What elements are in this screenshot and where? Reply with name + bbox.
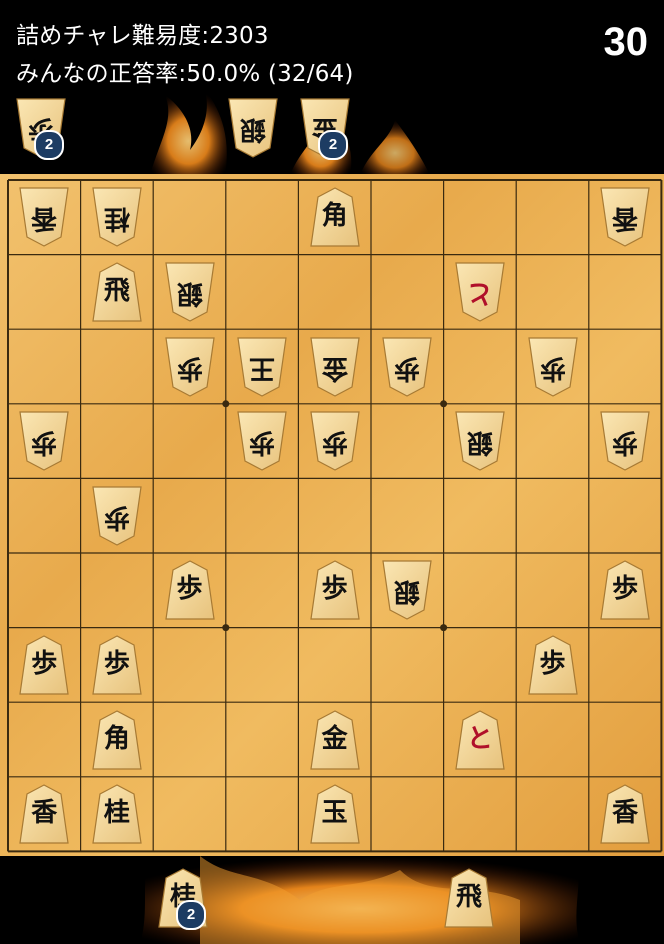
piece-label: 銀 xyxy=(176,277,203,308)
piece-label: 金 xyxy=(321,352,348,383)
sente-piece[interactable]: 金 xyxy=(309,709,360,770)
gote-piece[interactable]: 歩 xyxy=(309,411,360,471)
piece-label: 香 xyxy=(612,798,639,829)
piece-label: 歩 xyxy=(612,574,639,605)
sente-piece[interactable]: 角 xyxy=(309,187,360,247)
piece-label: 歩 xyxy=(612,427,639,458)
difficulty-label: 詰めチャレ難易度:2303 xyxy=(16,23,269,49)
gote-piece[interactable]: 歩 xyxy=(237,411,287,471)
piece-label: 歩 xyxy=(321,574,348,605)
star-point xyxy=(440,400,448,408)
piece-label: 銀 xyxy=(394,576,421,607)
accuracy-label: みんなの正答率:50.0% (32/64) xyxy=(16,61,354,87)
sente-piece[interactable]: と xyxy=(455,709,505,770)
piece-count-badge: 2 xyxy=(176,900,206,930)
piece-label: 飛 xyxy=(455,882,482,912)
star-point xyxy=(222,400,230,408)
sente-piece[interactable]: 飛 xyxy=(444,868,494,928)
sente-piece[interactable]: 玉 xyxy=(309,784,360,844)
gote-piece[interactable]: 香 xyxy=(600,187,650,247)
sente-piece[interactable]: 歩 xyxy=(309,560,360,620)
sente-piece[interactable]: 角 xyxy=(92,709,142,770)
sente-piece[interactable]: 歩 xyxy=(164,560,215,620)
piece-label: 銀 xyxy=(466,427,493,458)
sente-piece[interactable]: 歩 xyxy=(527,635,578,695)
piece-label: 歩 xyxy=(539,648,566,679)
gote-piece[interactable]: 銀 xyxy=(382,560,432,620)
piece-label: 桂 xyxy=(103,798,130,829)
piece-label: 歩 xyxy=(103,501,130,532)
star-point xyxy=(222,624,230,632)
piece-label: 歩 xyxy=(176,352,203,383)
sente-piece[interactable]: 歩 xyxy=(19,635,69,695)
sente-piece[interactable]: 歩 xyxy=(600,560,650,620)
piece-label: 歩 xyxy=(321,427,348,458)
gote-piece[interactable]: 銀 xyxy=(455,411,505,471)
gote-piece[interactable]: 歩 xyxy=(19,411,69,471)
gote-piece[interactable]: 歩 xyxy=(527,336,578,397)
sente-piece[interactable]: 香 xyxy=(600,784,650,844)
gote-piece[interactable]: 桂 xyxy=(92,187,142,247)
piece-label: 香 xyxy=(31,203,58,234)
sente-piece[interactable]: 歩 xyxy=(92,635,142,695)
gote-piece[interactable]: 銀 xyxy=(228,98,278,158)
piece-count-badge: 2 xyxy=(34,130,64,160)
gote-piece[interactable]: 金 xyxy=(309,336,360,397)
sente-piece[interactable]: 香 xyxy=(19,784,69,844)
gote-piece[interactable]: 歩 xyxy=(382,336,432,397)
piece-label: 歩 xyxy=(249,427,276,458)
piece-label: 歩 xyxy=(31,427,58,458)
piece-label: 歩 xyxy=(176,574,203,605)
gote-piece[interactable]: 歩 xyxy=(164,336,215,397)
gote-piece[interactable]: 香 xyxy=(19,187,69,247)
piece-label: 角 xyxy=(103,723,130,754)
piece-label: 飛 xyxy=(103,275,130,306)
piece-label: 歩 xyxy=(394,352,421,383)
gote-piece[interactable]: 銀 xyxy=(164,262,215,322)
piece-label: 金 xyxy=(321,723,348,754)
piece-label: 角 xyxy=(321,201,348,232)
sente-piece[interactable]: 桂 xyxy=(92,784,142,844)
piece-label: 歩 xyxy=(31,648,58,679)
star-point xyxy=(440,624,448,632)
piece-label: 歩 xyxy=(539,352,566,383)
piece-label: 香 xyxy=(31,798,58,829)
piece-label: と xyxy=(466,277,493,308)
piece-label: 歩 xyxy=(103,648,130,679)
piece-label: 香 xyxy=(612,203,639,234)
sente-piece[interactable]: 飛 xyxy=(92,262,142,322)
gote-piece[interactable]: 歩 xyxy=(92,486,142,546)
gote-piece[interactable]: と xyxy=(455,262,505,322)
piece-label: 王 xyxy=(249,352,276,383)
piece-label: 桂 xyxy=(103,203,130,234)
piece-label: 銀 xyxy=(240,114,267,144)
piece-label: 玉 xyxy=(321,798,348,829)
gote-piece[interactable]: 王 xyxy=(237,336,287,397)
shogi-board[interactable]: 香桂角香飛銀と歩王金歩歩歩歩歩銀歩歩歩歩銀歩歩歩歩角金と香桂玉香 xyxy=(0,174,664,856)
piece-count-badge: 2 xyxy=(318,130,348,160)
gote-piece[interactable]: 歩 xyxy=(600,411,650,471)
countdown-timer: 30 xyxy=(603,20,649,64)
piece-label: と xyxy=(466,723,493,754)
